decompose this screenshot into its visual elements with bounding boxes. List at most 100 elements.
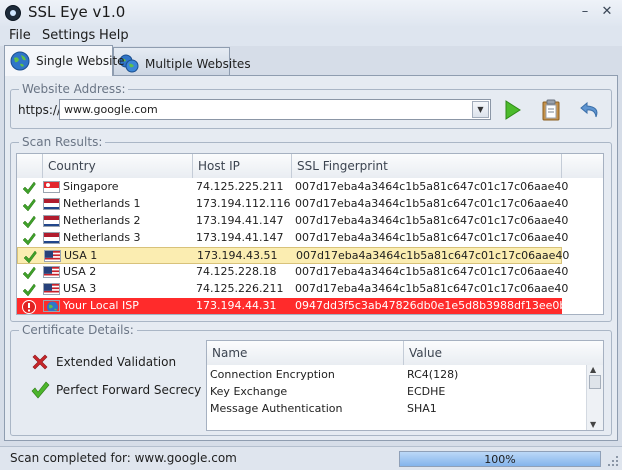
table-row[interactable]: Singapore 74.125.225.211 007d17eba4a3464c1… bbox=[17, 179, 568, 196]
country-cell: Singapore bbox=[63, 180, 119, 193]
usa-flag-icon bbox=[44, 250, 61, 262]
globe-flag-icon bbox=[43, 300, 60, 312]
minimize-button[interactable]: – bbox=[576, 4, 594, 20]
globe-icon bbox=[10, 51, 30, 71]
host-ip-cell: 173.194.112.116 bbox=[196, 197, 291, 210]
usa-flag-icon bbox=[43, 283, 60, 295]
check-icon bbox=[23, 250, 37, 264]
certificate-details-table[interactable]: Name Value Connection Encryption RC4(128… bbox=[206, 340, 604, 431]
undo-icon[interactable] bbox=[578, 98, 602, 122]
url-dropdown-button[interactable]: ▼ bbox=[472, 101, 489, 118]
progress-label: 100% bbox=[484, 453, 516, 466]
detail-value: RC4(128) bbox=[407, 368, 459, 381]
table-row[interactable]: USA 2 74.125.228.18 007d17eba4a3464c1b5a81… bbox=[17, 264, 568, 281]
app-window: SSL Eye v1.0 – ✕ File Settings Help Sing… bbox=[0, 0, 622, 470]
scan-play-icon[interactable] bbox=[500, 98, 524, 122]
host-ip-cell: 74.125.225.211 bbox=[196, 180, 284, 193]
scroll-thumb[interactable] bbox=[589, 375, 601, 389]
host-ip-cell: 173.194.41.147 bbox=[196, 231, 284, 244]
table-row[interactable]: Netherlands 3 173.194.41.147 007d17eba4a34… bbox=[17, 230, 568, 247]
fingerprint-cell: 007d17eba4a3464c1b5a81c647c01c17c06aae40 bbox=[295, 214, 569, 227]
host-ip-cell: 74.125.226.211 bbox=[196, 282, 284, 295]
netherlands-flag-icon bbox=[43, 198, 60, 210]
country-cell: Netherlands 3 bbox=[63, 231, 141, 244]
menu-bar: File Settings Help bbox=[0, 26, 622, 46]
host-ip-column-header[interactable]: Host IP bbox=[193, 154, 292, 178]
detail-row[interactable]: Key Exchange ECDHE bbox=[207, 384, 587, 401]
country-cell: Netherlands 2 bbox=[63, 214, 141, 227]
host-ip-cell: 173.194.44.31 bbox=[196, 299, 277, 312]
check-icon bbox=[22, 232, 36, 246]
tab-single-website-label: Single Website bbox=[36, 54, 125, 68]
host-ip-cell: 173.194.43.51 bbox=[197, 249, 278, 262]
close-button[interactable]: ✕ bbox=[598, 4, 616, 20]
tab-single-website[interactable]: Single Website bbox=[4, 45, 125, 76]
tab-multiple-websites-label: Multiple Websites bbox=[145, 57, 251, 71]
fingerprint-cell: 007d17eba4a3464c1b5a81c647c01c17c06aae40 bbox=[295, 265, 569, 278]
status-column-header[interactable] bbox=[17, 154, 43, 178]
tab-multiple-websites[interactable]: Multiple Websites bbox=[113, 47, 251, 75]
country-cell: USA 1 bbox=[64, 249, 98, 262]
check-icon bbox=[22, 215, 36, 229]
table-row[interactable]: USA 1 173.194.43.51 007d17eba4a3464c1b5a81… bbox=[17, 247, 569, 264]
fingerprint-cell: 007d17eba4a3464c1b5a81c647c01c17c06aae40 bbox=[295, 231, 569, 244]
fingerprint-cell: 007d17eba4a3464c1b5a81c647c01c17c06aae40 bbox=[296, 249, 570, 262]
window-title: SSL Eye v1.0 bbox=[28, 3, 126, 21]
detail-row[interactable]: Message Authentication SHA1 bbox=[207, 401, 587, 418]
country-cell: USA 3 bbox=[63, 282, 97, 295]
status-bar: Scan completed for: www.google.com 100% bbox=[0, 446, 622, 470]
country-cell: Netherlands 1 bbox=[63, 197, 141, 210]
status-text: Scan completed for: www.google.com bbox=[10, 451, 237, 465]
fingerprint-column-header[interactable]: SSL Fingerprint bbox=[292, 154, 562, 178]
certificate-details-title: Certificate Details: bbox=[19, 323, 137, 337]
menu-settings[interactable]: Settings bbox=[42, 28, 95, 43]
table-row[interactable]: Netherlands 1 173.194.112.116 007d17eba4a3… bbox=[17, 196, 568, 213]
url-prefix: https:// bbox=[18, 103, 62, 117]
check-icon bbox=[22, 283, 36, 297]
check-icon bbox=[22, 198, 36, 212]
detail-name: Message Authentication bbox=[210, 402, 343, 415]
fingerprint-cell: 0947dd3f5c3ab47826db0e1e5d8b3988df13ee0b bbox=[295, 299, 567, 312]
url-input[interactable] bbox=[59, 99, 491, 120]
host-ip-cell: 173.194.41.147 bbox=[196, 214, 284, 227]
title-bar[interactable]: SSL Eye v1.0 – ✕ bbox=[0, 0, 622, 26]
check-icon bbox=[22, 266, 36, 280]
country-column-header[interactable]: Country bbox=[43, 154, 193, 178]
scroll-up-arrow-icon[interactable]: ▲ bbox=[590, 365, 596, 374]
name-column-header[interactable]: Name bbox=[207, 341, 404, 365]
fingerprint-cell: 007d17eba4a3464c1b5a81c647c01c17c06aae40 bbox=[295, 282, 569, 295]
pass-check-icon bbox=[31, 381, 50, 399]
table-row[interactable]: USA 3 74.125.226.211 007d17eba4a3464c1b5a8… bbox=[17, 281, 568, 298]
scroll-down-arrow-icon[interactable]: ▼ bbox=[590, 420, 596, 429]
resize-grip-icon[interactable] bbox=[607, 455, 619, 467]
host-ip-cell: 74.125.228.18 bbox=[196, 265, 277, 278]
menu-file[interactable]: File bbox=[9, 28, 31, 43]
extended-validation-label: Extended Validation bbox=[56, 355, 177, 369]
detail-value: SHA1 bbox=[407, 402, 437, 415]
progress-bar: 100% bbox=[399, 451, 601, 467]
detail-name: Connection Encryption bbox=[210, 368, 335, 381]
filler-column-header bbox=[562, 154, 603, 178]
singapore-flag-icon bbox=[43, 181, 60, 193]
usa-flag-icon bbox=[43, 266, 60, 278]
scan-results-title: Scan Results: bbox=[19, 135, 106, 149]
detail-row[interactable]: Connection Encryption RC4(128) bbox=[207, 367, 587, 384]
table-row[interactable]: Your Local ISP 173.194.44.31 0947dd3f5c3ab… bbox=[17, 298, 566, 314]
table-row[interactable]: Netherlands 2 173.194.41.147 007d17eba4a34… bbox=[17, 213, 568, 230]
alert-icon bbox=[22, 300, 36, 314]
details-scrollbar[interactable]: ▲ ▼ bbox=[586, 365, 603, 430]
detail-value: ECDHE bbox=[407, 385, 446, 398]
website-address-title: Website Address: bbox=[19, 82, 129, 96]
menu-help[interactable]: Help bbox=[99, 28, 129, 43]
value-column-header[interactable]: Value bbox=[404, 341, 603, 365]
fail-x-icon bbox=[32, 354, 48, 370]
perfect-forward-secrecy-label: Perfect Forward Secrecy bbox=[56, 383, 202, 397]
fingerprint-cell: 007d17eba4a3464c1b5a81c647c01c17c06aae40 bbox=[295, 180, 569, 193]
fingerprint-cell: 007d17eba4a3464c1b5a81c647c01c17c06aae40 bbox=[295, 197, 569, 210]
clipboard-icon[interactable] bbox=[539, 98, 563, 122]
detail-name: Key Exchange bbox=[210, 385, 288, 398]
check-icon bbox=[22, 181, 36, 195]
netherlands-flag-icon bbox=[43, 232, 60, 244]
eye-icon bbox=[5, 5, 21, 21]
results-table[interactable]: Country Host IP SSL Fingerprint Singapor… bbox=[16, 153, 604, 315]
